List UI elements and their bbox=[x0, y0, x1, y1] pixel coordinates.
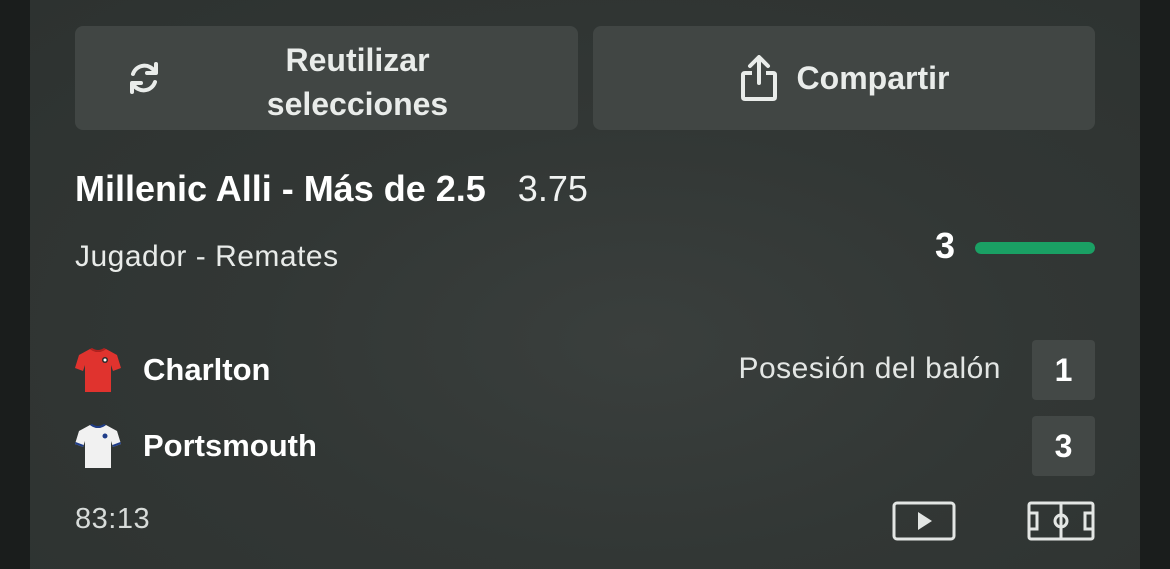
progress-value: 3 bbox=[935, 225, 956, 266]
selection-odds: 3.75 bbox=[517, 168, 588, 209]
share-label: Compartir bbox=[796, 59, 950, 96]
selection-title: Millenic Alli - Más de 2.5 bbox=[75, 168, 486, 209]
red-shirt-icon bbox=[75, 348, 121, 392]
away-team-row: Portsmouth bbox=[75, 416, 317, 476]
white-shirt-icon bbox=[75, 424, 121, 468]
home-score: 1 bbox=[1032, 340, 1095, 400]
share-button[interactable]: Compartir bbox=[593, 26, 1095, 130]
share-icon bbox=[740, 55, 777, 101]
stat-label: Posesión del balón bbox=[738, 352, 1001, 385]
reuse-selections-button[interactable]: Reutilizar selecciones bbox=[75, 26, 578, 130]
background-right bbox=[1140, 0, 1170, 569]
bet-card: Reutilizar selecciones Compartir Milleni… bbox=[30, 0, 1140, 569]
background-left bbox=[0, 0, 30, 569]
reuse-selections-label: Reutilizar selecciones bbox=[266, 42, 449, 122]
progress-bar bbox=[975, 242, 1095, 254]
progress-bar-fill bbox=[975, 242, 1095, 254]
home-team-name: Charlton bbox=[143, 352, 271, 387]
market-name: Jugador - Remates bbox=[75, 240, 339, 273]
selection-title-row: Millenic Alli - Más de 2.5 3.75 bbox=[75, 168, 588, 210]
play-video-icon[interactable] bbox=[892, 501, 956, 541]
pitch-icon[interactable] bbox=[1027, 501, 1095, 541]
match-clock: 83:13 bbox=[75, 503, 151, 535]
refresh-icon bbox=[130, 62, 158, 94]
home-team-row: Charlton bbox=[75, 340, 270, 400]
away-score: 3 bbox=[1032, 416, 1095, 476]
away-team-name: Portsmouth bbox=[143, 428, 317, 463]
